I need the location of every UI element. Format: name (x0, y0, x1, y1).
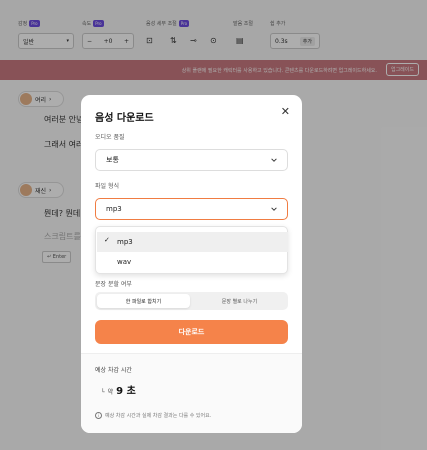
check-icon: ✓ (104, 236, 110, 244)
audio-quality-value: 보통 (106, 156, 119, 164)
file-format-label: 파일 형식 (95, 183, 119, 190)
option-label: mp3 (117, 238, 133, 246)
estimate-seconds: 9 초 (116, 386, 136, 397)
audio-quality-select[interactable]: 보통 (95, 149, 288, 171)
split-by-sentence-option[interactable]: 문장 별로 나누기 (193, 294, 286, 308)
estimate-section: 예상 차감 시간 └ 약 9 초 i 예상 차감 시간과 실제 차감 결과는 다… (81, 353, 302, 433)
split-label: 문장 분할 여부 (95, 281, 132, 288)
close-icon[interactable]: ✕ (281, 105, 290, 118)
modal-title: 음성 다운로드 (95, 113, 154, 124)
split-toggle: 한 파일로 합치기 문장 별로 나누기 (95, 292, 288, 310)
download-modal: 음성 다운로드 ✕ 오디오 품질 보통 파일 형식 mp3 ✓ mp3 wav 문… (81, 95, 302, 433)
format-option-wav[interactable]: wav (97, 252, 288, 272)
format-option-mp3[interactable]: ✓ mp3 (97, 232, 288, 252)
chevron-down-icon (271, 207, 277, 211)
estimate-note: i 예상 차감 시간과 실제 차감 결과는 다를 수 있어요. (95, 412, 211, 419)
audio-quality-label: 오디오 품질 (95, 134, 125, 141)
file-format-dropdown: ✓ mp3 wav (95, 226, 288, 274)
estimate-label: 예상 차감 시간 (95, 367, 132, 374)
info-icon: i (95, 412, 102, 419)
note-text: 예상 차감 시간과 실제 차감 결과는 다를 수 있어요. (105, 413, 212, 419)
file-format-value: mp3 (106, 205, 122, 213)
chevron-down-icon (271, 158, 277, 162)
file-format-select[interactable]: mp3 (95, 198, 288, 220)
option-label: wav (117, 258, 132, 266)
estimate-prefix: 약 (107, 389, 114, 396)
corner-arrow-icon: └ (101, 389, 105, 396)
estimate-value: └ 약 9 초 (101, 382, 136, 397)
download-button[interactable]: 다운로드 (95, 320, 288, 344)
merge-single-file-option[interactable]: 한 파일로 합치기 (97, 294, 190, 308)
